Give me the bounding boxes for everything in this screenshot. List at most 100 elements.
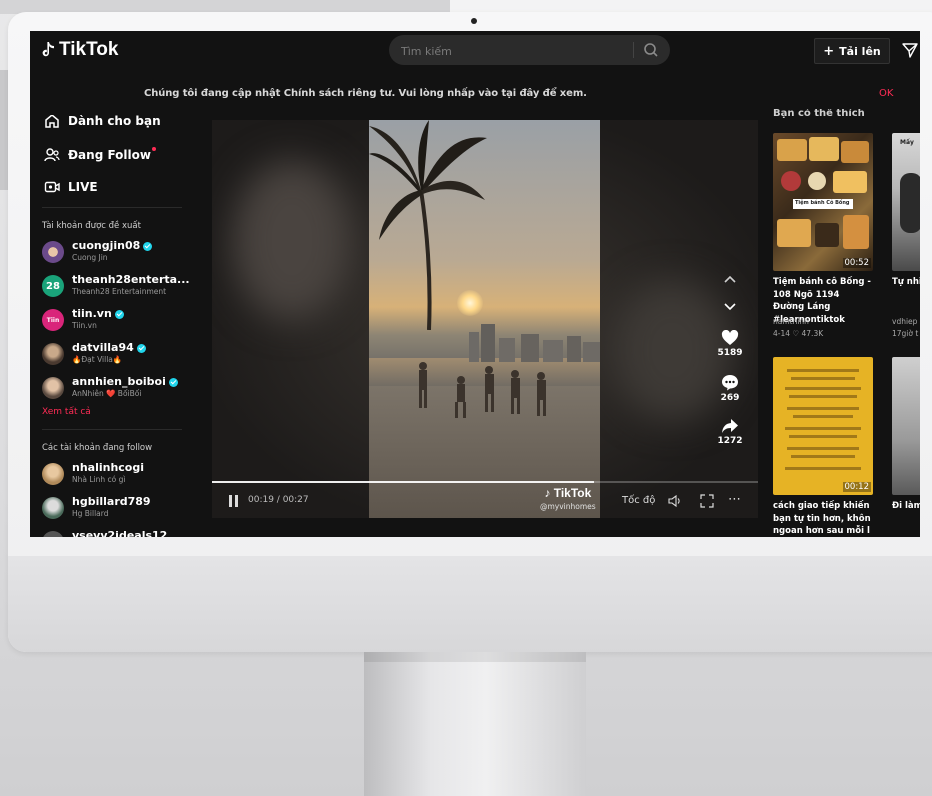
video-thumbnail[interactable]: 00:12 bbox=[773, 357, 873, 495]
video-player[interactable]: ♪ TikTok @myvinhomes 5189 269 1272 00:19… bbox=[212, 120, 758, 518]
account-display-name: Tiin.vn bbox=[72, 321, 97, 330]
video-duration: 00:52 bbox=[842, 258, 871, 268]
monitor-stand bbox=[364, 652, 586, 796]
suggested-account[interactable]: cuongjin08 Cuong Jin bbox=[42, 239, 190, 265]
share-count: 1272 bbox=[717, 436, 743, 446]
video-author[interactable]: namtninh bbox=[773, 317, 809, 326]
following-account[interactable]: nhalinhcogi Nhà Linh có gì bbox=[42, 461, 190, 487]
search-icon[interactable] bbox=[643, 42, 659, 58]
palm-tree bbox=[369, 120, 487, 330]
plus-icon: + bbox=[823, 43, 835, 59]
suggested-account[interactable]: annhien_boiboi AnNhiên ❤️ BốiBối bbox=[42, 375, 190, 401]
privacy-banner: Chúng tôi đang cập nhật Chính sách riêng… bbox=[30, 79, 920, 109]
account-username: vsevv2ideals12 bbox=[72, 529, 168, 537]
comment-button[interactable]: 269 bbox=[716, 374, 744, 403]
video-frame[interactable]: ♪ TikTok @myvinhomes bbox=[369, 120, 600, 518]
account-username: theanh28enterta... bbox=[72, 273, 190, 286]
banner-ok-button[interactable]: OK bbox=[879, 88, 893, 99]
like-button[interactable]: 5189 bbox=[716, 330, 744, 358]
like-count: 5189 bbox=[717, 348, 743, 358]
avatar bbox=[42, 241, 64, 263]
upload-label: Tải lên bbox=[839, 44, 881, 58]
following-account[interactable]: hgbillard789 Hg Billard bbox=[42, 495, 190, 521]
live-icon bbox=[44, 181, 60, 193]
account-display-name: 🔥Đạt Villa🔥 bbox=[72, 355, 123, 364]
chevron-up-icon bbox=[724, 275, 736, 283]
recommended-panel: Bạn có thể thích Tiệm bánh Cô Bống 00:52 bbox=[772, 109, 920, 537]
volume-icon[interactable] bbox=[668, 494, 682, 508]
account-username: hgbillard789 bbox=[72, 495, 151, 508]
search-divider bbox=[633, 42, 634, 58]
heart-icon bbox=[721, 330, 739, 345]
avatar bbox=[42, 497, 64, 519]
following-icon bbox=[44, 148, 60, 162]
video-thumbnail[interactable]: Mấy bbox=[892, 133, 920, 271]
video-meta: 4-14 ♡ 47.3K bbox=[773, 329, 824, 338]
thumbnail-caption: Tiệm bánh Cô Bống bbox=[795, 200, 850, 206]
banner-text[interactable]: Chúng tôi đang cập nhật Chính sách riêng… bbox=[144, 88, 587, 99]
account-display-name: Cuong Jin bbox=[72, 253, 108, 262]
nav-live[interactable]: LIVE bbox=[44, 179, 98, 195]
account-display-name: Nhà Linh có gì bbox=[72, 475, 126, 484]
search-bar bbox=[389, 35, 670, 65]
fullscreen-icon[interactable] bbox=[700, 494, 714, 508]
recommended-heading: Bạn có thể thích bbox=[773, 109, 865, 119]
nav-label: Dành cho bạn bbox=[68, 115, 161, 128]
nav-label: LIVE bbox=[68, 180, 98, 194]
following-account[interactable]: vsevv2ideals12 bbox=[42, 529, 190, 537]
chevron-down-icon bbox=[724, 303, 736, 311]
suggested-account[interactable]: datvilla94 🔥Đạt Villa🔥 bbox=[42, 341, 190, 367]
divider bbox=[42, 429, 182, 430]
tiktok-logo[interactable]: TikTok bbox=[40, 39, 118, 61]
upload-button[interactable]: + Tải lên bbox=[814, 38, 890, 64]
watermark-user: @myvinhomes bbox=[540, 502, 596, 511]
video-watermark: ♪ TikTok @myvinhomes bbox=[540, 486, 596, 511]
share-icon bbox=[722, 419, 738, 433]
nav-label: Đang Follow bbox=[68, 148, 151, 162]
search-input[interactable] bbox=[399, 41, 623, 61]
video-thumbnail[interactable] bbox=[892, 357, 920, 495]
notification-dot bbox=[151, 147, 156, 151]
see-all-link[interactable]: Xem tất cả bbox=[42, 407, 91, 417]
nav-for-you[interactable]: Dành cho bạn bbox=[44, 115, 161, 129]
account-display-name: Hg Billard bbox=[72, 509, 109, 518]
previous-video-button[interactable] bbox=[717, 268, 743, 290]
blur-blob bbox=[612, 280, 732, 420]
video-title: Đi làm khum #Rev bbox=[892, 501, 920, 511]
suggested-account[interactable]: 28 theanh28enterta... Theanh28 Entertain… bbox=[42, 273, 190, 299]
tiktok-screen: TikTok + Tải lên Chúng tôi đang cập nhật… bbox=[30, 31, 920, 537]
speed-button[interactable]: Tốc độ bbox=[622, 495, 655, 506]
video-meta: 17giờ t bbox=[892, 329, 919, 338]
avatar bbox=[42, 463, 64, 485]
stand-shadow bbox=[364, 652, 586, 662]
following-heading: Các tài khoản đang follow bbox=[42, 443, 153, 453]
avatar: Tiin bbox=[42, 309, 64, 331]
account-display-name: AnNhiên ❤️ BốiBối bbox=[72, 389, 142, 398]
account-username: tiin.vn bbox=[72, 307, 124, 320]
verified-icon bbox=[136, 343, 146, 353]
verified-icon bbox=[114, 309, 124, 319]
more-options-icon[interactable]: ⋯ bbox=[728, 492, 742, 507]
pause-icon[interactable] bbox=[228, 494, 240, 508]
suggested-account[interactable]: Tiin tiin.vn Tiin.vn bbox=[42, 307, 190, 333]
video-thumbnail[interactable]: Tiệm bánh Cô Bống 00:52 bbox=[773, 133, 873, 271]
video-author[interactable]: vdhiep bbox=[892, 317, 917, 326]
text-thumbnail bbox=[785, 369, 861, 470]
tiktok-note-icon bbox=[42, 42, 54, 57]
brand-name: TikTok bbox=[59, 39, 119, 60]
top-bar: TikTok + Tải lên bbox=[30, 31, 920, 71]
next-video-button[interactable] bbox=[717, 296, 743, 318]
blur-blob bbox=[232, 160, 352, 320]
nav-following[interactable]: Đang Follow bbox=[44, 147, 156, 163]
video-title: cách giao tiếp khiến bạn tự tin hơn, khô… bbox=[773, 501, 871, 536]
account-username: nhalinhcogi bbox=[72, 461, 145, 474]
share-button[interactable]: 1272 bbox=[716, 418, 744, 446]
camera-icon bbox=[471, 18, 477, 24]
monitor-chin bbox=[8, 556, 932, 652]
avatar bbox=[42, 343, 64, 365]
account-username: annhien_boiboi bbox=[72, 375, 178, 388]
avatar bbox=[42, 531, 64, 537]
video-title: Tự nhiên cuốn #thea bbox=[892, 277, 920, 287]
send-message-icon[interactable] bbox=[902, 42, 918, 58]
sidebar: Dành cho bạn Đang Follow LIVE Tài khoản … bbox=[30, 115, 190, 537]
